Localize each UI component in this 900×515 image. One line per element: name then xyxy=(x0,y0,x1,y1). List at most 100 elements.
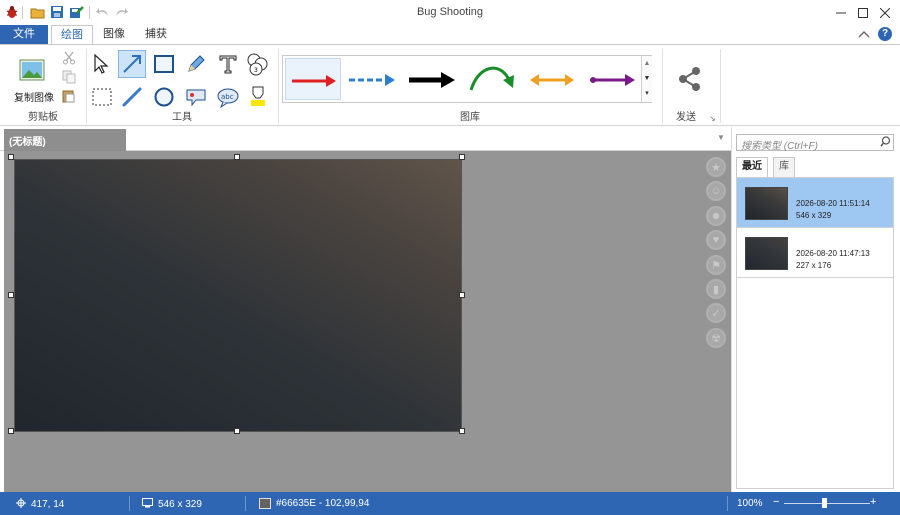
svg-text:abc: abc xyxy=(221,93,234,101)
clipboard-group-label: 剪贴板 xyxy=(28,112,58,123)
tab-library[interactable]: 库 xyxy=(773,157,795,177)
gallery-purple-arrow[interactable] xyxy=(585,58,641,100)
share-icon[interactable] xyxy=(676,65,704,96)
collapse-ribbon-icon[interactable] xyxy=(858,29,870,42)
heart-stamp-icon[interactable]: ♥ xyxy=(706,230,726,250)
marquee-icon xyxy=(92,88,112,106)
history-size: 546 x 329 xyxy=(796,211,832,220)
history-item[interactable]: 2026-08-20 11:51:14 546 x 329 xyxy=(737,178,893,228)
status-separator xyxy=(727,496,728,511)
help-icon[interactable]: ? xyxy=(878,27,892,41)
text-icon xyxy=(219,55,237,74)
lightbulb-stamp-icon[interactable]: ✹ xyxy=(706,206,726,226)
ribbon-tabs: 文件 绘图 图像 捕获 ? xyxy=(0,25,900,45)
resize-handle[interactable] xyxy=(459,428,465,434)
radiation-stamp-icon[interactable]: ☢ xyxy=(706,328,726,348)
resize-handle[interactable] xyxy=(234,428,240,434)
ellipse-tool-button[interactable] xyxy=(150,83,178,111)
rectangle-tool-button[interactable] xyxy=(150,50,178,78)
resize-handle[interactable] xyxy=(459,154,465,160)
document-tab[interactable]: (无标题) xyxy=(4,129,126,151)
tab-recent[interactable]: 最近 xyxy=(736,157,768,177)
flag-stamp-icon[interactable]: ⚑ xyxy=(706,255,726,275)
gallery-blue-dashed-arrow[interactable] xyxy=(345,58,401,100)
tab-image[interactable]: 图像 xyxy=(96,25,132,44)
window-title: Bug Shooting xyxy=(416,6,484,18)
pen-tool-button[interactable] xyxy=(182,50,210,78)
history-panel: 搜索类型 (Ctrl+F) 最近 库 2026-08-20 11:51:14 5… xyxy=(731,127,900,492)
tab-draw[interactable]: 绘图 xyxy=(51,25,93,45)
speech-bubble-tool-button[interactable]: abc xyxy=(214,83,242,111)
scroll-down-icon[interactable]: ▼ xyxy=(642,71,652,86)
zoom-in-button[interactable]: + xyxy=(870,497,876,508)
resize-handle[interactable] xyxy=(234,154,240,160)
search-icon[interactable] xyxy=(880,136,891,150)
copy-icon[interactable] xyxy=(62,70,76,87)
marquee-tool-button[interactable] xyxy=(88,83,116,111)
gallery-green-curved-arrow[interactable] xyxy=(465,58,521,100)
screenshot-image[interactable] xyxy=(14,159,462,432)
text-tool-button[interactable] xyxy=(214,50,242,78)
bookmark-stamp-icon[interactable]: ▮ xyxy=(706,279,726,299)
dialog-launcher-icon[interactable]: ↘ xyxy=(709,114,716,123)
callout-tool-button[interactable] xyxy=(182,83,210,111)
pen-icon xyxy=(188,55,205,72)
zoom-out-button[interactable]: − xyxy=(773,497,779,508)
history-list: 2026-08-20 11:51:14 546 x 329 2026-08-20… xyxy=(736,177,894,489)
minimize-button[interactable] xyxy=(830,3,852,23)
arrow-gallery xyxy=(282,55,652,103)
title-bar: Bug Shooting xyxy=(0,0,900,25)
color-value: #66635E - 102,99,94 xyxy=(276,498,370,509)
highlighter-tool-button[interactable] xyxy=(244,83,272,111)
rectangle-icon xyxy=(154,55,174,73)
tools-group-label: 工具 xyxy=(172,112,192,123)
zoom-slider-track[interactable] xyxy=(784,503,870,504)
history-size: 227 x 176 xyxy=(796,261,832,270)
gallery-expand-icon[interactable]: ▾ xyxy=(642,86,652,101)
zoom-slider-thumb[interactable] xyxy=(822,498,827,508)
search-input[interactable]: 搜索类型 (Ctrl+F) xyxy=(736,134,894,152)
gallery-black-arrow[interactable] xyxy=(405,58,461,100)
line-icon xyxy=(122,87,142,107)
status-bar: 417, 14 546 x 329 #66635E - 102,99,94 10… xyxy=(0,492,900,515)
gallery-orange-double-arrow[interactable] xyxy=(525,58,581,100)
maximize-button[interactable] xyxy=(852,3,874,23)
status-separator xyxy=(129,496,130,511)
resize-handle[interactable] xyxy=(459,292,465,298)
svg-text:3: 3 xyxy=(254,67,258,74)
star-stamp-icon[interactable]: ★ xyxy=(706,157,726,177)
arrow-tool-button[interactable] xyxy=(118,50,146,78)
smiley-stamp-icon[interactable]: ☺ xyxy=(706,181,726,201)
color-swatch xyxy=(259,498,271,509)
tab-file[interactable]: 文件 xyxy=(0,25,48,44)
scroll-up-icon[interactable]: ▲ xyxy=(642,56,652,71)
close-button[interactable] xyxy=(874,3,896,23)
ribbon: 复制图像 剪贴板 3 abc 工具 ▲ ▼ ▾ 图库 发送 ↘ xyxy=(0,44,900,126)
pointer-icon xyxy=(94,53,109,74)
numbering-icon: 3 xyxy=(247,53,268,76)
crosshair-icon xyxy=(16,498,26,511)
cut-icon[interactable] xyxy=(62,51,76,68)
gallery-red-arrow[interactable] xyxy=(285,58,341,100)
copy-image-label: 复制图像 xyxy=(14,93,54,104)
image-size: 546 x 329 xyxy=(158,499,202,510)
resize-handle[interactable] xyxy=(8,428,14,434)
resize-handle[interactable] xyxy=(8,292,14,298)
resize-handle[interactable] xyxy=(8,154,14,160)
gallery-group-label: 图库 xyxy=(460,112,480,123)
gallery-scrollbar[interactable]: ▲ ▼ ▾ xyxy=(641,56,652,102)
cursor-position: 417, 14 xyxy=(31,499,65,510)
check-stamp-icon[interactable]: ✓ xyxy=(706,303,726,323)
status-separator xyxy=(245,496,246,511)
history-item[interactable]: 2026-08-20 11:47:13 227 x 176 xyxy=(737,228,893,278)
paste-icon[interactable] xyxy=(62,89,76,106)
number-tool-button[interactable]: 3 xyxy=(244,50,272,78)
speech-bubble-icon: abc xyxy=(217,88,239,108)
select-tool-button[interactable] xyxy=(88,50,116,78)
document-list-dropdown-icon[interactable]: ▼ xyxy=(717,133,725,142)
callout-icon xyxy=(186,89,206,107)
tab-capture[interactable]: 捕获 xyxy=(138,25,174,44)
canvas-area[interactable]: ★ ☺ ✹ ♥ ⚑ ▮ ✓ ☢ xyxy=(4,151,731,492)
line-tool-button[interactable] xyxy=(118,83,146,111)
zoom-level: 100% xyxy=(737,498,763,509)
